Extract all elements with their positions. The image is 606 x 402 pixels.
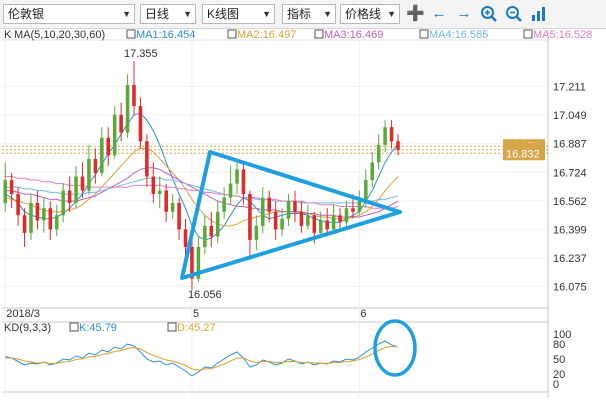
ma-legend-checkbox — [523, 29, 533, 39]
circle-annotation — [373, 319, 417, 377]
candle-body — [100, 137, 104, 173]
ma-legend-params: MA(5,10,20,30,60) — [14, 29, 105, 41]
high-price-label: 17.355 — [124, 48, 158, 60]
candle-body — [54, 215, 59, 230]
candle-body — [61, 190, 65, 216]
candle-body — [67, 190, 72, 203]
candle-body — [299, 211, 304, 226]
candle-body — [132, 84, 136, 107]
candle-body — [209, 225, 214, 237]
kd-d-line — [5, 346, 398, 371]
price-tick-label: 16.887 — [553, 139, 587, 151]
ma-legend-checkbox — [419, 29, 429, 39]
candle-body — [248, 194, 252, 240]
price-tick-label: 17.211 — [553, 82, 586, 94]
candle-body — [228, 183, 233, 198]
kd-tick-label: 50 — [553, 354, 565, 366]
kd-tick-label: 0 — [553, 379, 559, 391]
candle-body — [16, 194, 20, 216]
candle-body — [177, 202, 181, 230]
candle-body — [338, 215, 342, 223]
candle-body — [157, 190, 162, 195]
candle-body — [312, 215, 317, 233]
ma-legend-item: MA5:16.528 — [533, 29, 592, 41]
candle-body — [119, 114, 123, 133]
candle-body — [306, 215, 310, 226]
candle-body — [357, 201, 362, 212]
candle-body — [318, 220, 323, 233]
ma-legend-item: MA2:16.497 — [237, 29, 296, 41]
candle-body — [29, 202, 33, 233]
candle-body — [351, 208, 355, 212]
candle-body — [254, 225, 259, 240]
candle-body — [325, 220, 329, 230]
candle-body — [273, 211, 278, 230]
candle-body — [203, 225, 207, 247]
candle-body — [389, 127, 394, 142]
candle-body — [87, 158, 91, 191]
ma-legend-checkbox — [314, 29, 324, 39]
price-tick-label: 16.724 — [553, 167, 587, 179]
kd-legend-item: K:45.79 — [79, 322, 117, 334]
candle-body — [241, 169, 246, 195]
candle-body — [215, 211, 220, 237]
candle-body — [235, 169, 239, 184]
candle-body — [22, 215, 27, 233]
price-tag-label: 16.832 — [506, 148, 540, 160]
candle-body — [138, 106, 143, 142]
kd-legend-checkbox — [69, 322, 79, 332]
candle-body — [331, 215, 336, 230]
date-label: 5 — [193, 308, 199, 320]
candle-body — [170, 202, 175, 212]
candle-body — [74, 176, 78, 203]
candle-body — [164, 190, 168, 212]
candle-body — [370, 162, 375, 181]
price-tick-label: 16.399 — [553, 225, 587, 237]
price-tick-label: 17.049 — [553, 110, 587, 122]
candle-body — [222, 197, 226, 212]
candle-body — [112, 114, 117, 156]
ma-legend-item: MA3:16.469 — [324, 29, 383, 41]
kd-legend-checkbox — [167, 322, 177, 332]
kline-chart[interactable]: 17.211 17.049 16.887 16.724 16.562 16.399 16.2… — [0, 0, 606, 402]
candle-body — [376, 144, 381, 163]
candle-body — [125, 84, 130, 133]
candle-body — [48, 208, 53, 230]
candle-body — [383, 127, 387, 145]
candle-body — [151, 176, 156, 195]
date-label: 2018/3 — [6, 308, 40, 320]
candle-body — [106, 137, 111, 156]
candle-body — [42, 208, 46, 221]
price-tick-label: 16.562 — [553, 196, 587, 208]
kd-tick-label: 80 — [553, 339, 565, 351]
ma-legend-checkbox — [227, 29, 237, 39]
candle-body — [364, 180, 368, 202]
candle-body — [183, 229, 188, 247]
date-label: 6 — [360, 308, 366, 320]
candle-body — [80, 176, 85, 191]
ma-legend-item: MA1:16.454 — [136, 29, 195, 41]
candle-body — [35, 202, 40, 221]
candle-body — [145, 141, 149, 177]
kd-k-line — [5, 340, 399, 377]
candle-body — [280, 218, 284, 230]
kd-legend-item: D:45.27 — [177, 322, 216, 334]
candle-body — [261, 197, 265, 226]
candle-body — [267, 197, 271, 212]
candle-body — [344, 208, 349, 223]
candle-body — [286, 201, 291, 219]
candle-body — [93, 158, 98, 173]
price-tick-label: 16.237 — [553, 253, 587, 265]
kd-legend-params: KD(9,3,3) — [4, 322, 51, 334]
price-tick-label: 16.075 — [553, 282, 587, 294]
candle-body — [396, 141, 400, 150]
candle-body — [293, 201, 297, 212]
ma-legend-checkbox — [126, 29, 136, 39]
candle-body — [3, 180, 7, 203]
ma-legend-item: MA4:16.585 — [429, 29, 488, 41]
low-price-label: 16.056 — [188, 289, 222, 301]
ma-legend-k: K — [4, 29, 12, 41]
candle-body — [9, 180, 14, 195]
